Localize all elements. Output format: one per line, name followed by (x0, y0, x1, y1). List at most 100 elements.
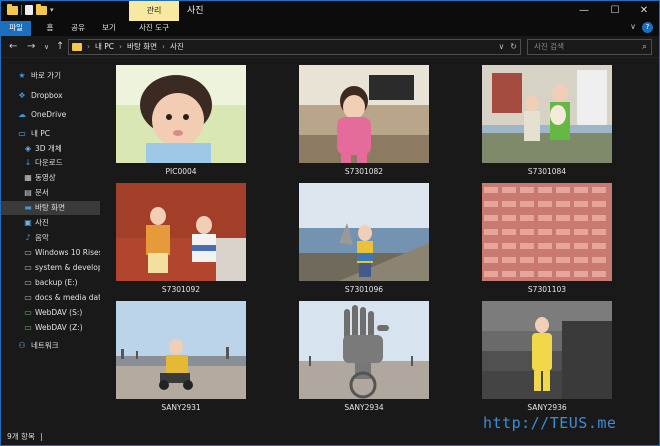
file-name[interactable]: S7301084 (467, 167, 627, 176)
tab-view[interactable]: 보기 (97, 21, 121, 36)
sidebar-item-label: 음악 (35, 233, 49, 242)
recent-locations-chevron-icon[interactable]: ∨ (44, 40, 49, 54)
sidebar-item[interactable]: ▭ docs & media data (1, 291, 100, 305)
file-thumbnail[interactable] (482, 65, 612, 163)
close-button[interactable]: ✕ (629, 1, 659, 21)
file-thumbnail[interactable] (299, 65, 429, 163)
address-bar[interactable]: › 내 PC › 바탕 화면 › 사진 ∨ ↻ (68, 39, 521, 55)
sidebar-item[interactable]: ↓ 다운로드 (1, 156, 100, 170)
breadcrumb: › 내 PC › 바탕 화면 › 사진 (87, 40, 184, 54)
context-tab-manage[interactable]: 관리 (129, 1, 179, 21)
file-item[interactable]: S7301082 (284, 59, 444, 177)
item-count-label: 9개 항목 (7, 432, 35, 441)
cube-icon: ◈ (24, 144, 32, 153)
file-item[interactable]: SANY2936 (467, 295, 627, 413)
navigation-bar: ← → ∨ ↑ › 내 PC › 바탕 화면 › 사진 ∨ ↻ 사진 검색 ⌕ (1, 36, 659, 58)
back-button[interactable]: ← (9, 40, 17, 54)
new-folder-icon[interactable] (36, 3, 47, 15)
file-item[interactable]: SANY2934 (284, 295, 444, 413)
refresh-icon[interactable]: ↻ (510, 40, 517, 54)
file-name[interactable]: S7301082 (284, 167, 444, 176)
sidebar-item[interactable]: ♪ 음악 (1, 231, 100, 245)
customize-toolbar-chevron-icon[interactable]: ▾ (50, 6, 54, 14)
file-item[interactable]: S7301096 (284, 177, 444, 295)
sidebar-item[interactable]: ▭ backup (E:) (1, 276, 100, 290)
vertical-scrollbar[interactable] (651, 59, 659, 429)
sidebar-item[interactable]: ▭Windows 10 Rises (C (1, 246, 100, 260)
sidebar-item-label: 문서 (35, 188, 49, 197)
sidebar-item[interactable]: ❖ Dropbox (1, 89, 100, 103)
forward-button[interactable]: → (27, 40, 35, 54)
expand-ribbon-chevron-icon[interactable]: ∨ (630, 22, 636, 33)
sidebar-item[interactable]: ▤ 문서 (1, 186, 100, 200)
file-name[interactable]: SANY2931 (101, 403, 261, 412)
address-dropdown-chevron-icon[interactable]: ∨ (498, 40, 504, 54)
file-thumbnail[interactable] (299, 301, 429, 399)
breadcrumb-separator[interactable]: › (162, 40, 165, 54)
file-item[interactable]: S7301103 (467, 177, 627, 295)
search-icon[interactable]: ⌕ (642, 40, 647, 54)
file-name[interactable]: S7301096 (284, 285, 444, 294)
file-thumbnail[interactable] (116, 301, 246, 399)
address-bar-controls: ∨ ↻ (498, 40, 517, 54)
photo-image (482, 65, 612, 163)
photo-image (116, 301, 246, 399)
file-name[interactable]: PIC0004 (101, 167, 261, 176)
drive-icon: ▭ (24, 278, 32, 287)
sidebar-item[interactable]: ▭ WebDAV (Z:) (1, 321, 100, 335)
file-thumbnail[interactable] (299, 183, 429, 281)
sidebar-item-label: 3D 개체 (35, 144, 62, 153)
breadcrumb-this-pc[interactable]: 내 PC (95, 40, 114, 54)
photo-image (482, 301, 612, 399)
file-thumbnail[interactable] (482, 183, 612, 281)
tab-picture-tools[interactable]: 사진 도구 (131, 21, 177, 36)
search-box[interactable]: 사진 검색 ⌕ (527, 39, 652, 55)
file-name[interactable]: S7301103 (467, 285, 627, 294)
file-name[interactable]: S7301092 (101, 285, 261, 294)
sidebar-item[interactable]: ▭ 내 PC (1, 127, 100, 141)
sidebar-item-label: 사진 (35, 218, 49, 227)
sidebar-item[interactable]: ★ 바로 가기 (1, 69, 100, 83)
toolbar-divider (21, 5, 22, 15)
sidebar-item[interactable]: ▭ WebDAV (S:) (1, 306, 100, 320)
file-name[interactable]: SANY2934 (284, 403, 444, 412)
up-button[interactable]: ↑ (56, 40, 64, 54)
computer-icon: ▭ (18, 129, 26, 138)
maximize-button[interactable]: ☐ (600, 1, 630, 21)
help-icon[interactable]: ? (642, 22, 653, 33)
file-item[interactable]: SANY2931 (101, 295, 261, 413)
file-item[interactable]: S7301084 (467, 59, 627, 177)
network-drive-icon: ▭ (24, 308, 32, 317)
document-icon: ▤ (24, 188, 32, 197)
sidebar-item[interactable]: ▭system & develop ( (1, 261, 100, 275)
title-bar: ▾ 관리 사진 — ☐ ✕ (1, 1, 659, 21)
sidebar-item[interactable]: ⚇ 네트워크 (1, 339, 100, 353)
sidebar-item[interactable]: ▦ 동영상 (1, 171, 100, 185)
file-thumbnail[interactable] (116, 65, 246, 163)
sidebar-item[interactable]: ▣ 사진 (1, 216, 100, 230)
search-input[interactable]: 사진 검색 (534, 40, 564, 54)
file-item[interactable]: PIC0004 (101, 59, 261, 177)
tab-file[interactable]: 파일 (1, 21, 31, 36)
sidebar-item[interactable]: ▬ 바탕 화면 (1, 201, 100, 215)
sidebar-item-label: docs & media data (35, 293, 100, 302)
file-thumbnail[interactable] (116, 183, 246, 281)
sidebar-item-label: system & develop ( (35, 263, 100, 272)
properties-icon[interactable] (25, 5, 33, 15)
file-thumbnail[interactable] (482, 301, 612, 399)
breadcrumb-pictures[interactable]: 사진 (170, 40, 184, 54)
sidebar-item-label: Dropbox (31, 91, 63, 100)
drive-icon: ▭ (24, 293, 32, 302)
breadcrumb-separator[interactable]: › (119, 40, 122, 54)
minimize-button[interactable]: — (569, 1, 599, 21)
ribbon-controls: ∨ ? (630, 22, 653, 33)
tab-share[interactable]: 공유 (66, 21, 90, 36)
sidebar-item[interactable]: ◈ 3D 개체 (1, 142, 100, 156)
file-item[interactable]: S7301092 (101, 177, 261, 295)
sidebar-item[interactable]: ☁ OneDrive (1, 108, 100, 122)
tab-home[interactable]: 홈 (39, 21, 61, 36)
file-name[interactable]: SANY2936 (467, 403, 627, 412)
sidebar-item-label: 동영상 (35, 173, 56, 182)
sidebar-item-label: Windows 10 Rises (C (35, 248, 100, 257)
breadcrumb-desktop[interactable]: 바탕 화면 (127, 40, 157, 54)
